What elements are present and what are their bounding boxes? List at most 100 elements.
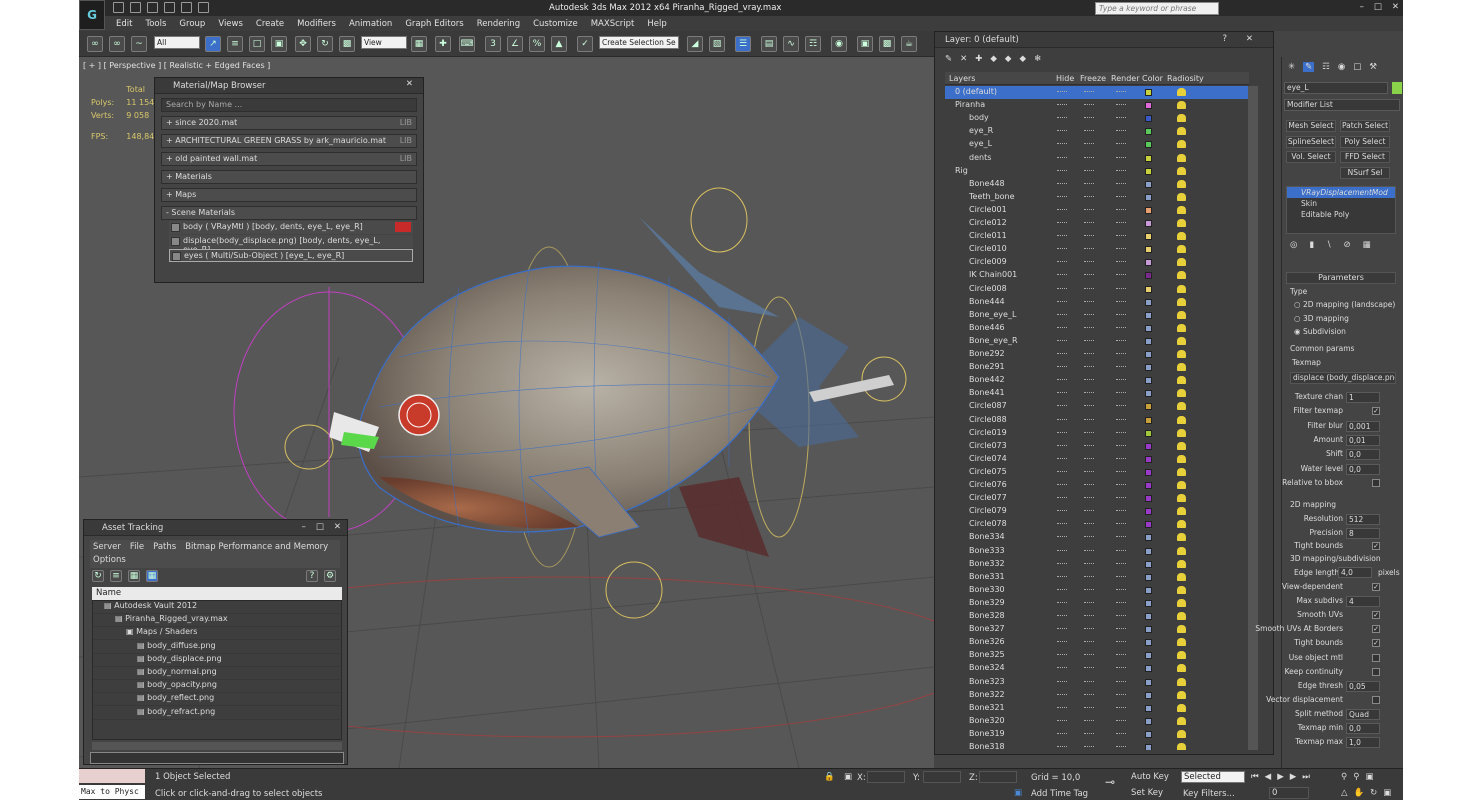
- radiosity-icon[interactable]: [1177, 481, 1186, 489]
- layer-color-swatch[interactable]: [1145, 482, 1152, 489]
- eye-mesh[interactable]: [398, 394, 440, 436]
- named-selection-set-select[interactable]: Create Selection Se: [599, 36, 679, 49]
- restore-icon[interactable]: □: [1374, 2, 1382, 12]
- layer-row[interactable]: 0 (default): [945, 86, 1249, 99]
- layer-row[interactable]: Circle073: [945, 440, 1249, 453]
- radiosity-icon[interactable]: [1177, 389, 1186, 398]
- layer-row[interactable]: Bone334: [945, 531, 1249, 544]
- param-spinner[interactable]: 4: [1346, 596, 1380, 608]
- menu-item-help[interactable]: Help: [647, 19, 666, 29]
- configure-sets-icon[interactable]: ▦: [1363, 240, 1371, 250]
- help-icon[interactable]: ?: [306, 570, 318, 582]
- layer-color-swatch[interactable]: [1145, 495, 1152, 503]
- render-toggle-icon[interactable]: [1116, 117, 1126, 119]
- layer-row[interactable]: Circle010: [945, 243, 1249, 256]
- radiosity-icon[interactable]: [1177, 127, 1186, 136]
- radiosity-icon[interactable]: [1177, 467, 1186, 476]
- save-file-icon[interactable]: [147, 2, 158, 13]
- layer-color-swatch[interactable]: [1145, 285, 1152, 293]
- freeze-toggle[interactable]: [1084, 208, 1094, 211]
- freeze-toggle[interactable]: [1084, 457, 1094, 460]
- radiosity-icon[interactable]: [1177, 559, 1186, 568]
- layer-column-color[interactable]: Color: [1142, 74, 1163, 83]
- hide-toggle[interactable]: [1057, 300, 1067, 303]
- render-toggle-icon[interactable]: [1116, 208, 1126, 211]
- hide-toggle[interactable]: [1057, 588, 1067, 591]
- layer-row[interactable]: Bone333: [945, 545, 1249, 558]
- rendered-frame-window-icon[interactable]: ▩: [879, 36, 895, 52]
- freeze-toggle[interactable]: [1084, 143, 1094, 145]
- close-icon[interactable]: ✕: [1392, 2, 1399, 12]
- freeze-toggle[interactable]: [1084, 523, 1094, 525]
- zoom-extents-icon[interactable]: ▣: [1365, 772, 1373, 782]
- freeze-toggle[interactable]: [1084, 549, 1094, 552]
- menu-item-rendering[interactable]: Rendering: [477, 19, 520, 29]
- layer-row[interactable]: eye_R: [945, 125, 1249, 138]
- hide-toggle[interactable]: [1057, 182, 1067, 185]
- menu-item-animation[interactable]: Animation: [349, 19, 392, 29]
- hide-toggle[interactable]: [1057, 130, 1067, 132]
- radiosity-icon[interactable]: [1177, 664, 1186, 673]
- freeze-toggle[interactable]: [1084, 313, 1094, 316]
- layer-color-swatch[interactable]: [1145, 311, 1152, 319]
- hide-all-icon[interactable]: ◆: [1019, 54, 1026, 64]
- layer-row[interactable]: eye_L: [945, 138, 1249, 151]
- freeze-toggle[interactable]: [1084, 601, 1094, 604]
- material-library-row[interactable]: + old painted wall.mat LIB: [161, 152, 417, 166]
- render-toggle-icon[interactable]: [1116, 235, 1126, 237]
- object-name-field[interactable]: eye_L: [1284, 82, 1388, 94]
- hide-toggle[interactable]: [1057, 680, 1067, 683]
- render-toggle-icon[interactable]: [1116, 523, 1126, 525]
- render-setup-icon[interactable]: ▣: [857, 36, 873, 52]
- radiosity-icon[interactable]: [1177, 454, 1186, 463]
- hide-toggle[interactable]: [1057, 693, 1067, 696]
- selection-filter-select[interactable]: All: [154, 36, 200, 49]
- display-tab-icon[interactable]: □: [1353, 62, 1361, 72]
- schematic-view-icon[interactable]: ☶: [805, 36, 821, 52]
- layer-row[interactable]: Piranha: [945, 99, 1249, 112]
- layer-row[interactable]: Bone442: [945, 374, 1249, 387]
- radiosity-icon[interactable]: [1177, 520, 1186, 529]
- freeze-toggle[interactable]: [1084, 667, 1094, 669]
- modifier-list-select[interactable]: Modifier List: [1284, 99, 1400, 111]
- hide-toggle[interactable]: [1057, 208, 1067, 211]
- layer-row[interactable]: Circle079: [945, 505, 1249, 518]
- render-toggle-icon[interactable]: [1116, 575, 1126, 578]
- align-icon[interactable]: ▧: [709, 36, 725, 52]
- freeze-toggle[interactable]: [1084, 588, 1094, 591]
- layer-color-swatch[interactable]: [1145, 442, 1152, 450]
- freeze-toggle[interactable]: [1084, 719, 1094, 722]
- layer-color-swatch[interactable]: [1145, 141, 1152, 149]
- freeze-toggle[interactable]: [1084, 418, 1094, 421]
- freeze-toggle[interactable]: [1084, 326, 1094, 329]
- hide-toggle[interactable]: [1057, 339, 1067, 342]
- hide-toggle[interactable]: [1057, 510, 1067, 512]
- param-spinner[interactable]: 0,05: [1346, 680, 1380, 692]
- freeze-toggle[interactable]: [1084, 536, 1094, 538]
- render-toggle-icon[interactable]: [1116, 300, 1126, 303]
- render-toggle-icon[interactable]: [1116, 313, 1126, 316]
- jaw-control-circle[interactable]: [284, 424, 334, 470]
- modifier-set-button[interactable]: NSurf Sel: [1340, 166, 1390, 179]
- manipulate-icon[interactable]: ✚: [435, 36, 451, 52]
- maxscript-mini-listener[interactable]: Max to Physc: [79, 785, 145, 799]
- pin-stack-icon[interactable]: ◎: [1290, 240, 1297, 250]
- material-search-input[interactable]: Search by Name ...: [161, 98, 417, 112]
- refresh-icon[interactable]: ↻: [92, 570, 104, 582]
- freeze-toggle[interactable]: [1084, 235, 1094, 237]
- render-toggle-icon[interactable]: [1116, 706, 1126, 709]
- freeze-toggle[interactable]: [1084, 91, 1094, 93]
- hide-toggle[interactable]: [1057, 287, 1067, 290]
- freeze-toggle[interactable]: [1084, 680, 1094, 683]
- radiosity-icon[interactable]: [1177, 245, 1186, 254]
- layer-row[interactable]: Bone330: [945, 584, 1249, 597]
- select-by-name-icon[interactable]: ≡: [227, 36, 243, 52]
- fin-control-circle[interactable]: [690, 187, 748, 253]
- go-to-end-icon[interactable]: ⏭: [1302, 772, 1310, 782]
- render-toggle-icon[interactable]: [1116, 195, 1126, 198]
- layer-row[interactable]: Bone325: [945, 649, 1249, 662]
- radiosity-icon[interactable]: [1177, 88, 1186, 96]
- layer-color-swatch[interactable]: [1145, 324, 1152, 332]
- keyboard-shortcut-icon[interactable]: ⌨: [459, 36, 475, 52]
- new-layer-icon[interactable]: ✎: [945, 54, 952, 64]
